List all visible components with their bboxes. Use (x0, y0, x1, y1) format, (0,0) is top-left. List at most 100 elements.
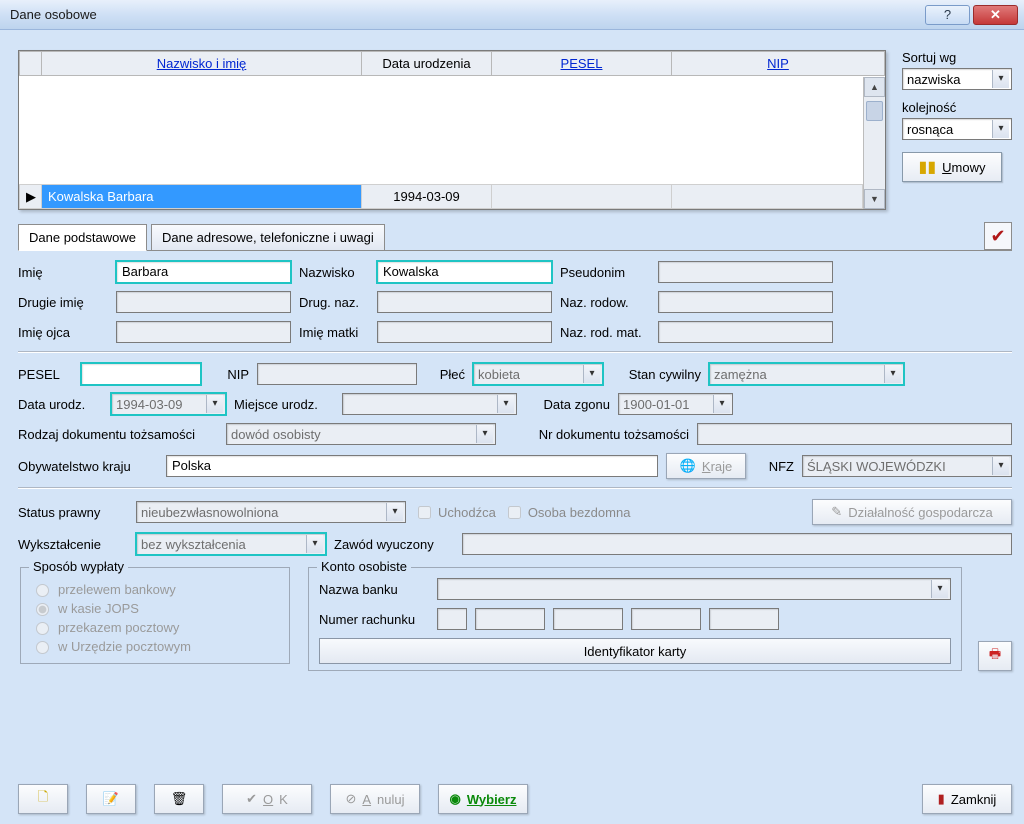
label-rodzaj-dok: Rodzaj dokumentu tożsamości (18, 427, 218, 442)
trash-icon: 🗑 (171, 791, 188, 807)
print-button[interactable]: 🖶 (978, 641, 1012, 671)
input-drugie-imie[interactable] (116, 291, 291, 313)
zamknij-button[interactable]: ▮ Zamknij (922, 784, 1012, 814)
input-pseudonim[interactable] (658, 261, 833, 283)
col-name-header[interactable]: Nazwisko i imię (42, 52, 362, 76)
input-rachunek-2[interactable] (475, 608, 545, 630)
new-button[interactable]: 🗋 (18, 784, 68, 814)
group-konto: Konto osobiste Nazwa banku Numer rachunk… (308, 567, 962, 671)
input-drug-naz[interactable] (377, 291, 552, 313)
label-data-zgonu: Data zgonu (525, 397, 610, 412)
label-naz-rodow: Naz. rodow. (560, 295, 650, 310)
input-zawod[interactable] (462, 533, 1012, 555)
cell-pesel (492, 185, 672, 209)
dzialalnosc-button[interactable]: ✎ Działalność gospodarcza (812, 499, 1012, 525)
col-nip-header[interactable]: NIP (672, 52, 885, 76)
briefcase-icon: ✎ (831, 504, 842, 520)
input-rachunek-3[interactable] (553, 608, 623, 630)
ok-button[interactable]: ✔ OK (222, 784, 312, 814)
input-imie-ojca[interactable] (116, 321, 291, 343)
label-data-urodz: Data urodz. (18, 397, 103, 412)
identyfikator-karty-button[interactable]: Identyfikator karty (319, 638, 951, 664)
validate-button[interactable]: ✔ (984, 222, 1012, 250)
umowy-button[interactable]: ▮▮ Umowy (902, 152, 1002, 182)
help-button[interactable]: ? (925, 5, 970, 25)
check-bezdomna[interactable]: Osoba bezdomna (504, 503, 631, 522)
label-nr-dok: Nr dokumentu tożsamości (504, 427, 689, 442)
combo-status-prawny[interactable]: nieubezwłasnowolniona (136, 501, 406, 523)
cell-dob: 1994-03-09 (362, 185, 492, 209)
input-nr-dok[interactable] (697, 423, 1012, 445)
group-sposob-wyplaty: Sposób wypłaty przelewem bankowy w kasie… (20, 567, 290, 664)
input-naz-rod-mat[interactable] (658, 321, 833, 343)
label-imie: Imię (18, 265, 108, 280)
radio-przelew[interactable]: przelewem bankowy (31, 581, 279, 597)
combo-data-urodz[interactable]: 1994-03-09 (111, 393, 226, 415)
window-title: Dane osobowe (10, 7, 922, 22)
label-stan-cywilny: Stan cywilny (611, 367, 701, 382)
grid-scrollbar[interactable]: ▲ ▼ (863, 77, 885, 209)
label-nfz: NFZ (754, 459, 794, 474)
wybierz-button[interactable]: ◉ Wybierz (438, 784, 528, 814)
scroll-down-icon[interactable]: ▼ (864, 189, 885, 209)
label-pesel: PESEL (18, 367, 73, 382)
input-naz-rodow[interactable] (658, 291, 833, 313)
delete-button[interactable]: 🗑 (154, 784, 204, 814)
combo-nfz[interactable]: ŚLĄSKI WOJEWÓDZKI (802, 455, 1012, 477)
label-zawod: Zawód wyuczony (334, 537, 454, 552)
combo-plec[interactable]: kobieta (473, 363, 603, 385)
input-imie-matki[interactable] (377, 321, 552, 343)
combo-rodzaj-dok[interactable]: dowód osobisty (226, 423, 496, 445)
tab-basic-data[interactable]: Dane podstawowe (18, 224, 147, 251)
cancel-icon: ⊘ (345, 791, 356, 807)
radio-urzad[interactable]: w Urzędzie pocztowym (31, 638, 279, 654)
kraje-button[interactable]: 🌐 Kraje (666, 453, 746, 479)
label-drugie-imie: Drugie imię (18, 295, 108, 310)
order-combo[interactable]: rosnąca (902, 118, 1012, 140)
label-nazwisko: Nazwisko (299, 265, 369, 280)
combo-bank[interactable] (437, 578, 951, 600)
label-imie-ojca: Imię ojca (18, 325, 108, 340)
title-bar: Dane osobowe ? ✕ (0, 0, 1024, 30)
label-nip: NIP (209, 367, 249, 382)
combo-stan-cywilny[interactable]: zamężna (709, 363, 904, 385)
label-imie-matki: Imię matki (299, 325, 369, 340)
table-row[interactable]: ▶ Kowalska Barbara 1994-03-09 (20, 185, 863, 209)
close-window-button[interactable]: ✕ (973, 5, 1018, 25)
cell-name: Kowalska Barbara (42, 185, 362, 209)
combo-wyksztalcenie[interactable]: bez wykształcenia (136, 533, 326, 555)
input-imie[interactable]: Barbara (116, 261, 291, 283)
scroll-up-icon[interactable]: ▲ (864, 77, 885, 97)
input-rachunek-4[interactable] (631, 608, 701, 630)
check-uchodzca[interactable]: Uchodźca (414, 503, 496, 522)
label-status-prawny: Status prawny (18, 505, 128, 520)
cell-nip (672, 185, 863, 209)
scroll-thumb[interactable] (866, 101, 883, 121)
edit-doc-icon: 📝 (103, 791, 119, 807)
input-nip[interactable] (257, 363, 417, 385)
persons-grid[interactable]: Nazwisko i imię Data urodzenia PESEL NIP… (18, 50, 886, 210)
sort-by-combo[interactable]: nazwiska (902, 68, 1012, 90)
label-pseudonim: Pseudonim (560, 265, 650, 280)
col-dob-header[interactable]: Data urodzenia (362, 52, 492, 76)
printer-icon: 🖶 (989, 645, 1001, 667)
label-wyksztalcenie: Wykształcenie (18, 537, 128, 552)
combo-miejsce-urodz[interactable] (342, 393, 517, 415)
tab-address-data[interactable]: Dane adresowe, telefoniczne i uwagi (151, 224, 385, 251)
input-rachunek-1[interactable] (437, 608, 467, 630)
col-pesel-header[interactable]: PESEL (492, 52, 672, 76)
anuluj-button[interactable]: ⊘ Anuluj (330, 784, 420, 814)
label-plec: Płeć (425, 367, 465, 382)
input-obywatelstwo[interactable]: Polska (166, 455, 658, 477)
combo-data-zgonu[interactable]: 1900-01-01 (618, 393, 733, 415)
contract-icon: ▮▮ (919, 157, 937, 177)
radio-kasa[interactable]: w kasie JOPS (31, 600, 279, 616)
input-pesel[interactable] (81, 363, 201, 385)
target-icon: ◉ (450, 791, 461, 807)
globe-icon: 🌐 (680, 458, 696, 474)
edit-button[interactable]: 📝 (86, 784, 136, 814)
input-rachunek-5[interactable] (709, 608, 779, 630)
input-nazwisko[interactable]: Kowalska (377, 261, 552, 283)
label-miejsce-urodz: Miejsce urodz. (234, 397, 334, 412)
radio-przekaz[interactable]: przekazem pocztowy (31, 619, 279, 635)
